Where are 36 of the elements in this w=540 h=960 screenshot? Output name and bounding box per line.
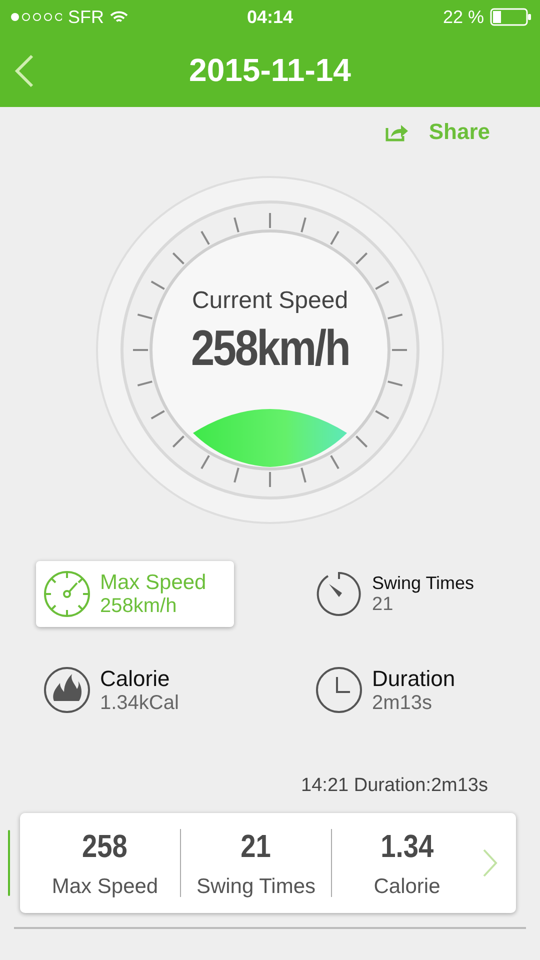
stat-label: Duration <box>372 666 456 692</box>
battery-icon <box>490 8 532 26</box>
session-stat-label: Swing Times <box>196 874 316 898</box>
share-icon <box>384 122 409 142</box>
session-card[interactable]: 258 Max Speed 21 Swing Times 1.34 Calorie <box>20 813 516 913</box>
speedometer-icon <box>42 569 92 619</box>
current-speed-label: Current Speed <box>192 287 348 315</box>
wifi-icon <box>110 10 128 24</box>
stopwatch-icon <box>314 569 364 619</box>
stat-value: 1.34kCal <box>100 692 179 714</box>
session-summary: 14:21 Duration:2m13s <box>300 774 489 797</box>
carrier-name: SFR <box>68 6 104 28</box>
session-stat-value: 21 <box>240 828 272 864</box>
flame-icon <box>42 665 92 715</box>
back-chevron-icon <box>14 54 34 88</box>
current-speed-value: 258km/h <box>190 319 350 377</box>
chevron-right-icon <box>482 848 498 878</box>
stat-label: Calorie <box>100 666 171 692</box>
stat-value: 258km/h <box>100 594 178 618</box>
stat-tile[interactable]: Calorie 1.34kCal <box>36 657 234 723</box>
status-time: 04:14 <box>246 6 294 28</box>
stat-tile[interactable]: Duration 2m13s <box>308 657 506 723</box>
back-button[interactable] <box>14 54 34 88</box>
clock-icon <box>314 665 364 715</box>
stat-value: 2m13s <box>372 692 434 714</box>
signal-icon <box>10 12 62 22</box>
stat-label: Swing Times <box>372 572 474 594</box>
stat-label: Max Speed <box>100 570 206 594</box>
session-stat-label: Max Speed <box>52 874 158 898</box>
stat-value: 21 <box>372 594 394 616</box>
battery-percent: 22 % <box>442 6 484 28</box>
session-stat-label: Calorie <box>374 874 440 898</box>
session-stat-value: 1.34 <box>380 828 434 864</box>
page-title: 2015-11-14 <box>189 52 351 89</box>
stat-tile[interactable]: Swing Times 21 <box>308 561 506 627</box>
session-stat-value: 258 <box>82 828 128 864</box>
